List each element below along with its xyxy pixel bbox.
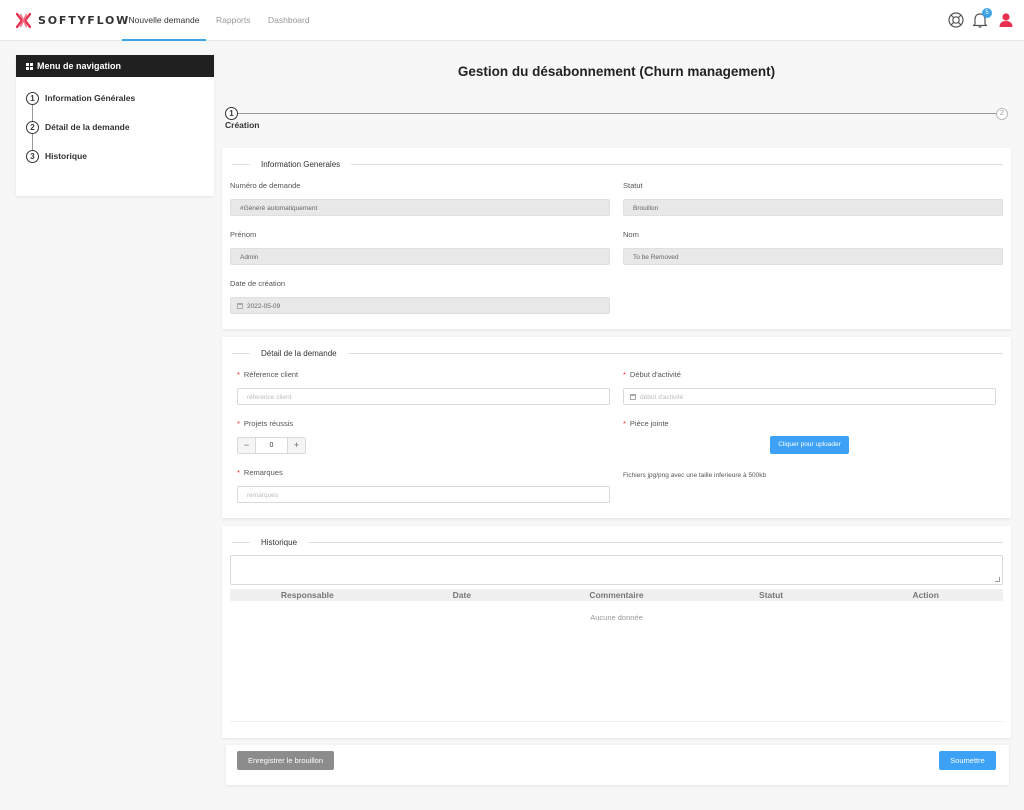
projets-reussis-stepper: − 0 +	[237, 437, 306, 454]
history-table-header: Responsable Date Commentaire Statut Acti…	[230, 589, 1003, 601]
prenom-label: Prénom	[230, 230, 257, 239]
nom-field: To be Removed	[623, 248, 1003, 265]
page-title: Gestion du désabonnement (Churn manageme…	[457, 64, 776, 79]
calendar-icon	[237, 303, 243, 309]
tab-dashboard[interactable]: Dashboard	[268, 0, 310, 41]
progress-step-label: Création	[225, 120, 260, 130]
calendar-icon	[630, 394, 636, 400]
nav-connector	[32, 105, 33, 121]
navigation-menu-header: Menu de navigation	[16, 55, 214, 77]
tab-rapports[interactable]: Rapports	[216, 0, 251, 41]
nav-item-historique[interactable]: 3 Historique	[26, 149, 87, 163]
nav-item-label: Historique	[45, 151, 88, 161]
history-comment-textarea[interactable]	[230, 555, 1003, 585]
date-creation-field: 2022-05-09	[230, 297, 610, 314]
brand-name: SOFTYFLOW	[38, 13, 131, 27]
column-header-commentaire: Commentaire	[589, 590, 644, 600]
navigation-menu-title: Menu de navigation	[37, 61, 122, 71]
remarques-label: * Remarques	[237, 468, 283, 477]
progress-step-1: 1	[225, 107, 238, 120]
nav-item-label: Information Générales	[45, 93, 136, 103]
section-legend: Historique	[232, 536, 1003, 548]
empty-table-message: Aucune donnée	[590, 613, 643, 622]
navigation-menu: Menu de navigation 1 Information Général…	[16, 55, 214, 196]
nom-label: Nom	[623, 230, 639, 239]
user-icon[interactable]	[997, 11, 1015, 29]
column-header-statut: Statut	[759, 590, 784, 600]
request-detail-section: Détail de la demande * Réference client r…	[222, 337, 1011, 518]
debut-activite-datepicker[interactable]: début d'activité	[623, 388, 996, 405]
form-actions-bar: Enregistrer le brouillon Soumettre	[226, 745, 1009, 785]
statut-label: Statut	[623, 181, 643, 190]
remarques-input[interactable]: remarques	[237, 486, 610, 503]
nav-item-information-generales[interactable]: 1 Information Générales	[26, 91, 135, 105]
increment-button[interactable]: +	[288, 438, 305, 453]
nav-connector	[32, 134, 33, 150]
prenom-field: Admin	[230, 248, 610, 265]
general-info-section: Information Generales Numéro de demande …	[222, 148, 1011, 329]
projets-reussis-label: * Projets réussis	[237, 419, 294, 428]
grid-icon	[26, 62, 33, 70]
section-title: Détail de la demande	[261, 348, 337, 358]
save-draft-button[interactable]: Enregistrer le brouillon	[237, 751, 334, 770]
notification-badge: 5	[982, 8, 992, 18]
date-creation-value: 2022-05-09	[247, 303, 281, 310]
column-header-date: Date	[452, 590, 472, 600]
decrement-button[interactable]: −	[238, 438, 255, 453]
reference-client-label: * Réference client	[237, 370, 299, 379]
statut-field: Brouillon	[623, 199, 1003, 216]
upload-hint: Fichiers jpg/png avec une taille inferie…	[623, 472, 767, 479]
column-header-responsable: Responsable	[280, 590, 334, 600]
progress-stepper-line	[238, 113, 997, 114]
section-legend: Information Generales	[232, 158, 1003, 170]
debut-activite-label: * Début d'activité	[623, 370, 681, 379]
support-icon[interactable]	[947, 11, 965, 29]
table-divider	[230, 721, 1003, 722]
brand-logo[interactable]: SOFTYFLOW	[16, 11, 130, 29]
date-creation-label: Date de création	[230, 279, 286, 288]
numero-label: Numéro de demande	[230, 181, 301, 190]
nav-step-number: 3	[26, 149, 39, 163]
tab-nouvelle-demande[interactable]: Nouvelle demande	[122, 0, 206, 41]
section-legend: Détail de la demande	[232, 347, 1003, 359]
reference-client-input[interactable]: réference client	[237, 388, 610, 405]
upload-button[interactable]: Cliquer pour uploader	[770, 436, 849, 454]
projets-reussis-value[interactable]: 0	[255, 438, 288, 453]
nav-step-number: 2	[26, 120, 39, 134]
piece-jointe-label: * Pièce jointe	[623, 419, 669, 428]
top-navbar: SOFTYFLOW Nouvelle demande Rapports Dash…	[0, 0, 1024, 41]
softyflow-logo-icon	[16, 12, 31, 28]
submit-button[interactable]: Soumettre	[939, 751, 996, 770]
nav-step-number: 1	[26, 91, 39, 105]
nav-item-label: Détail de la demande	[45, 122, 130, 132]
section-title: Information Generales	[261, 159, 341, 169]
nav-item-detail-demande[interactable]: 2 Détail de la demande	[26, 120, 130, 134]
section-title: Historique	[261, 537, 298, 547]
resize-handle[interactable]	[995, 577, 1000, 582]
column-header-action: Action	[912, 590, 939, 600]
numero-field: #Généré automatiquement	[230, 199, 610, 216]
progress-step-2: 2	[996, 108, 1008, 120]
history-section: Historique Responsable Date Commentaire …	[222, 526, 1011, 738]
